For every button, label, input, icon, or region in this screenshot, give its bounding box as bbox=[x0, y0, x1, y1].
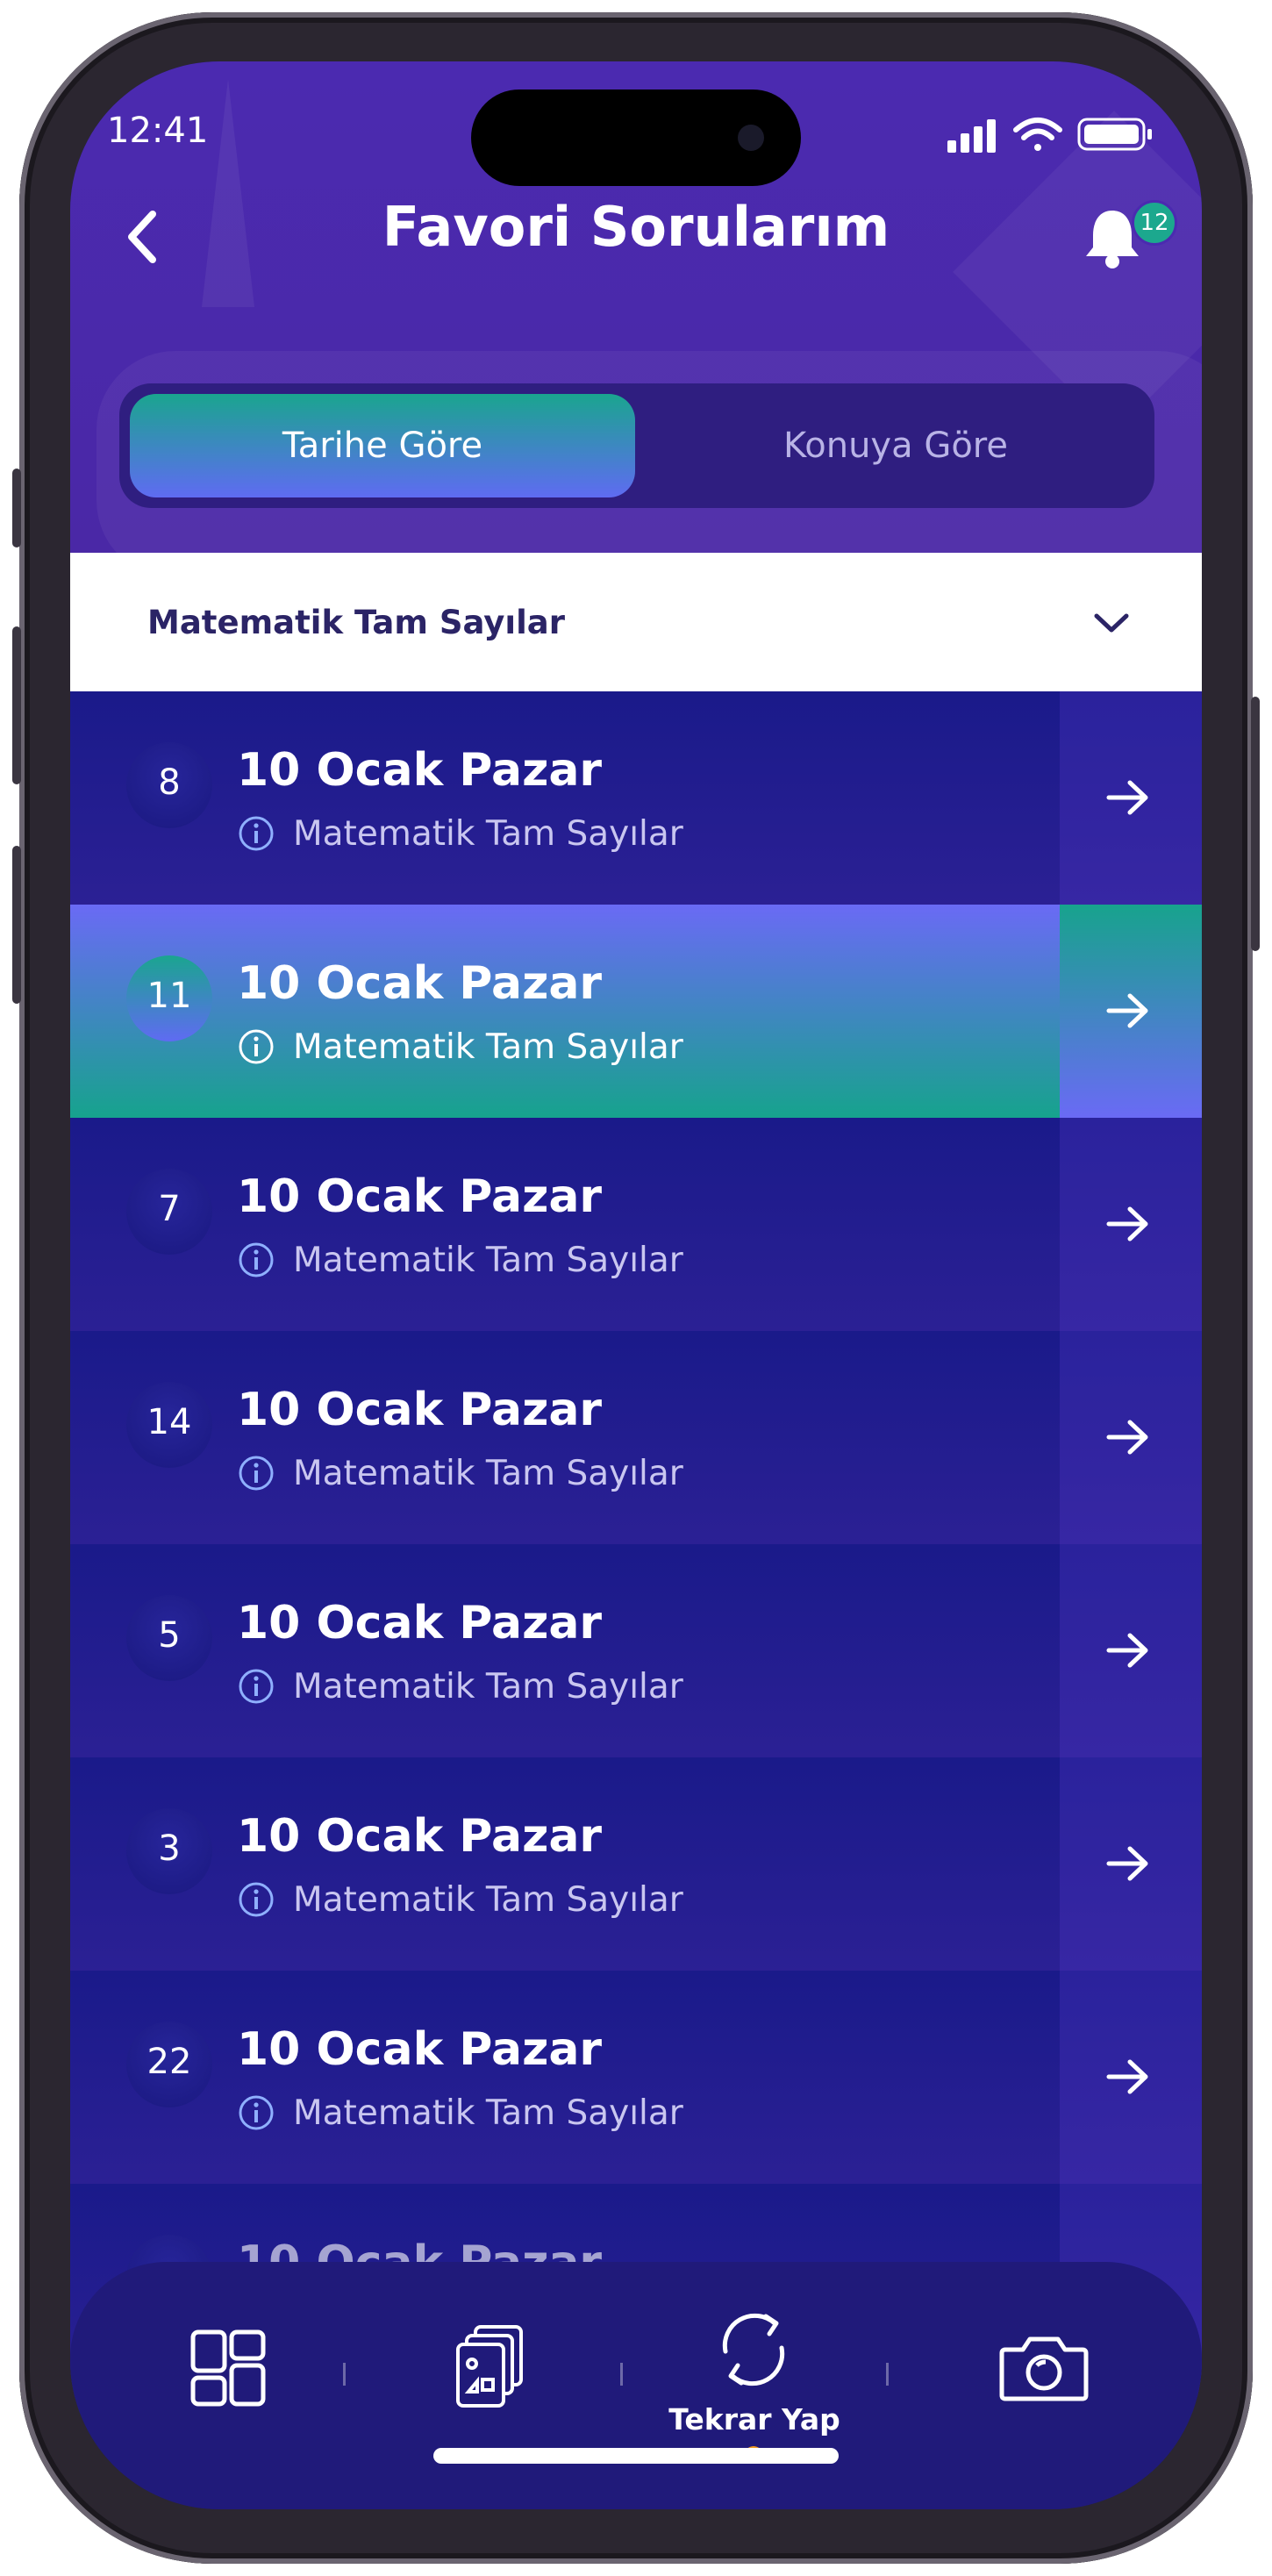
info-icon bbox=[239, 1882, 274, 1917]
status-icons bbox=[947, 118, 1152, 153]
battery-icon bbox=[1077, 118, 1152, 151]
arrow-right-icon bbox=[1106, 1633, 1148, 1668]
header-decoration bbox=[202, 79, 254, 307]
info-icon bbox=[239, 816, 274, 851]
row-subtitle: Matematik Tam Sayılar bbox=[293, 1667, 683, 1707]
row-subtitle: Matematik Tam Sayılar bbox=[293, 1241, 683, 1280]
arrow-right-icon bbox=[1106, 2059, 1148, 2094]
arrow-right-icon bbox=[1106, 1846, 1148, 1881]
arrow-right-icon bbox=[1106, 1420, 1148, 1455]
arrow-right-icon bbox=[1106, 1206, 1148, 1241]
tab-separator bbox=[343, 2363, 346, 2386]
arrow-right-icon bbox=[1106, 780, 1148, 815]
list-item[interactable]: 3 10 Ocak Pazar Matematik Tam Sayılar bbox=[70, 1757, 1202, 1971]
topic-dropdown[interactable]: Matematik Tam Sayılar bbox=[70, 553, 1202, 691]
row-title: 10 Ocak Pazar bbox=[237, 957, 603, 1010]
wifi-icon bbox=[1013, 118, 1062, 151]
row-subtitle: Matematik Tam Sayılar bbox=[293, 1027, 683, 1067]
tab-separator bbox=[886, 2363, 889, 2386]
signal-icon bbox=[947, 119, 996, 153]
row-title: 10 Ocak Pazar bbox=[237, 2023, 603, 2076]
volume-down-button bbox=[12, 846, 21, 1004]
info-icon bbox=[239, 1669, 274, 1704]
tab-separator bbox=[620, 2363, 623, 2386]
tab-review-label: Tekrar Yap bbox=[668, 2402, 840, 2436]
dropdown-selected-value: Matematik Tam Sayılar bbox=[147, 604, 565, 641]
mute-switch bbox=[12, 469, 21, 547]
flashcards-stack-icon[interactable] bbox=[439, 2315, 544, 2420]
info-icon bbox=[239, 1456, 274, 1491]
arrow-right-icon bbox=[1106, 993, 1148, 1028]
tab-date[interactable]: Tarihe Göre bbox=[130, 394, 635, 497]
list-item[interactable]: 22 10 Ocak Pazar Matematik Tam Sayılar bbox=[70, 1971, 1202, 2184]
refresh-cycle-icon[interactable] bbox=[701, 2297, 806, 2402]
question-number: 7 bbox=[126, 1169, 212, 1255]
dynamic-island bbox=[471, 89, 801, 186]
info-icon bbox=[239, 1029, 274, 1064]
question-number: 3 bbox=[126, 1808, 212, 1894]
row-title: 10 Ocak Pazar bbox=[237, 1170, 603, 1223]
camera-icon[interactable] bbox=[991, 2315, 1097, 2420]
dashboard-grid-icon[interactable] bbox=[175, 2315, 281, 2420]
row-subtitle: Matematik Tam Sayılar bbox=[293, 1454, 683, 1493]
question-number: 5 bbox=[126, 1595, 212, 1681]
tab-topic[interactable]: Konuya Göre bbox=[646, 394, 1146, 497]
row-title: 10 Ocak Pazar bbox=[237, 1597, 603, 1649]
status-time: 12:41 bbox=[107, 111, 209, 151]
list-item[interactable]: 14 10 Ocak Pazar Matematik Tam Sayılar bbox=[70, 1331, 1202, 1544]
bottom-tab-bar: Tekrar Yap bbox=[70, 2262, 1202, 2509]
page-title: Favori Sorularım bbox=[382, 195, 890, 259]
volume-up-button bbox=[12, 626, 21, 784]
list-item[interactable]: 5 10 Ocak Pazar Matematik Tam Sayılar bbox=[70, 1544, 1202, 1757]
row-title: 10 Ocak Pazar bbox=[237, 744, 603, 797]
question-number: 14 bbox=[126, 1382, 212, 1468]
list-item[interactable]: 11 10 Ocak Pazar Matematik Tam Sayılar bbox=[70, 905, 1202, 1118]
power-button bbox=[1251, 697, 1260, 951]
row-subtitle: Matematik Tam Sayılar bbox=[293, 1880, 683, 1920]
screen: 12:41 Favori Sorularım 12 Tarihe Göre Ko… bbox=[70, 61, 1202, 2509]
home-indicator[interactable] bbox=[433, 2448, 839, 2464]
info-icon bbox=[239, 2095, 274, 2130]
sort-segmented-control: Tarihe Göre Konuya Göre bbox=[119, 383, 1154, 508]
question-number: 11 bbox=[126, 955, 212, 1041]
row-subtitle: Matematik Tam Sayılar bbox=[293, 2093, 683, 2133]
list-item[interactable]: 7 10 Ocak Pazar Matematik Tam Sayılar bbox=[70, 1118, 1202, 1331]
question-number: 22 bbox=[126, 2021, 212, 2107]
list-item[interactable]: 8 10 Ocak Pazar Matematik Tam Sayılar bbox=[70, 691, 1202, 905]
chevron-down-icon bbox=[1094, 613, 1129, 633]
question-list: 8 10 Ocak Pazar Matematik Tam Sayılar 11… bbox=[70, 691, 1202, 2397]
row-title: 10 Ocak Pazar bbox=[237, 1810, 603, 1863]
row-subtitle: Matematik Tam Sayılar bbox=[293, 814, 683, 854]
row-title: 10 Ocak Pazar bbox=[237, 1384, 603, 1436]
question-number: 8 bbox=[126, 742, 212, 828]
notification-badge: 12 bbox=[1132, 200, 1177, 246]
info-icon bbox=[239, 1242, 274, 1277]
header: 12:41 Favori Sorularım 12 Tarihe Göre Ko… bbox=[70, 61, 1202, 579]
